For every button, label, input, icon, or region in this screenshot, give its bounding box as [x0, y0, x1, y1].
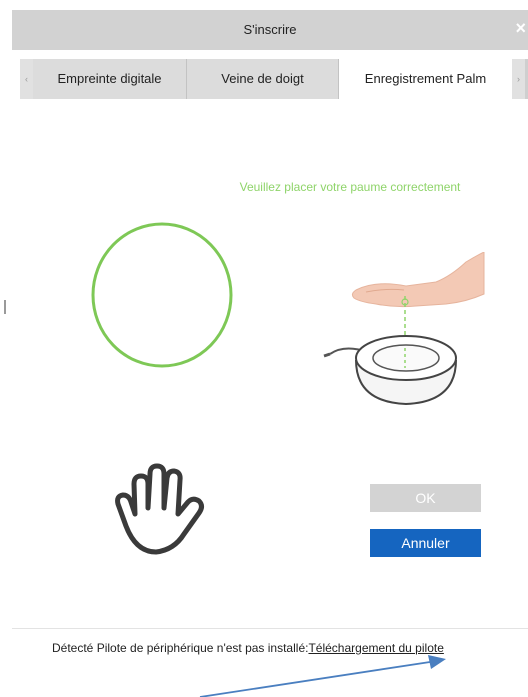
tab-scroll-right-button[interactable]: › — [512, 59, 525, 99]
resize-mark — [4, 300, 6, 314]
dialog-title: S'inscrire — [243, 22, 297, 37]
tab-veine-de-doigt[interactable]: Veine de doigt — [187, 59, 339, 99]
background-window-edge — [0, 0, 12, 697]
footer-divider — [12, 628, 528, 629]
ok-button[interactable]: OK — [370, 484, 481, 512]
tab-strip: ‹ Empreinte digitale Veine de doigt Enre… — [20, 59, 528, 99]
tab-scroll-left-button[interactable]: ‹ — [20, 59, 33, 99]
hand-icon — [115, 463, 204, 555]
tab-empreinte-digitale[interactable]: Empreinte digitale — [33, 59, 187, 99]
cancel-button[interactable]: Annuler — [370, 529, 481, 557]
title-bar: S'inscrire × — [12, 10, 528, 50]
instruction-text: Veuillez placer votre paume correctement — [239, 180, 461, 194]
driver-status-bar: Détecté Pilote de périphérique n'est pas… — [52, 641, 444, 655]
driver-missing-message: Détecté Pilote de périphérique n'est pas… — [52, 641, 309, 655]
driver-download-link[interactable]: Téléchargement du pilote — [308, 641, 443, 655]
palm-scanner-illustration — [323, 252, 485, 406]
close-icon[interactable]: × — [515, 18, 526, 39]
palm-scan-ring — [91, 222, 233, 368]
tab-enregistrement-palm[interactable]: Enregistrement Palm — [339, 59, 512, 99]
